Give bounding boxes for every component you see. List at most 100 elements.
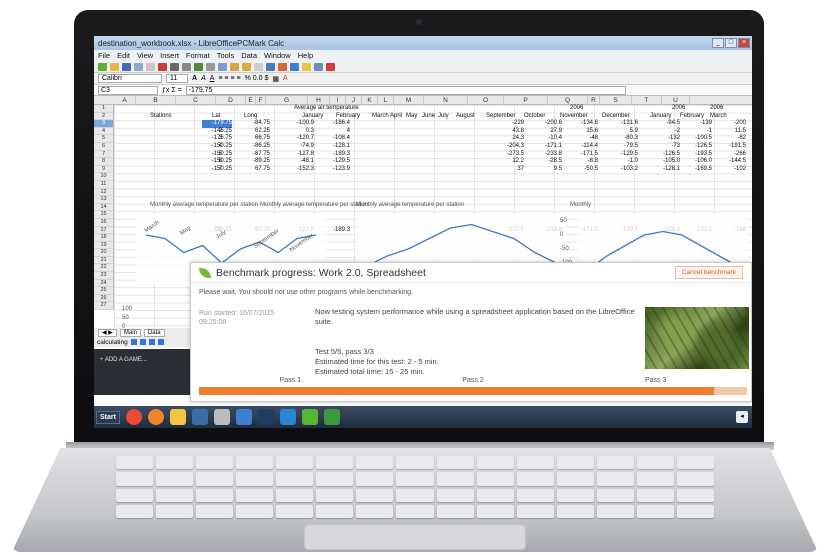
month-header-april[interactable]: April bbox=[390, 113, 402, 121]
print-icon[interactable] bbox=[170, 62, 179, 71]
cancel-benchmark-button[interactable]: Cancel benchmark bbox=[674, 266, 743, 279]
function-wizard-icon[interactable]: ƒx Σ = bbox=[162, 87, 182, 94]
november-cell[interactable]: -50.5 bbox=[568, 166, 598, 174]
row-header-11[interactable]: 11 bbox=[94, 181, 113, 189]
lat-cell[interactable]: -179.75 bbox=[202, 120, 232, 128]
row-header-5[interactable]: 5 bbox=[94, 135, 113, 143]
long-cell[interactable]: 66.75 bbox=[240, 135, 270, 143]
italic-icon[interactable]: A bbox=[201, 75, 206, 82]
row-header-9[interactable]: 9 bbox=[94, 166, 113, 174]
row-header-16[interactable]: 16 bbox=[94, 219, 113, 227]
september-cell[interactable]: 24.3 bbox=[494, 135, 524, 143]
february-cell[interactable]: 4 bbox=[320, 128, 350, 136]
long-cell[interactable]: -84.75 bbox=[240, 120, 270, 128]
month-header-december[interactable]: December bbox=[602, 113, 630, 121]
month-header-august[interactable]: August bbox=[456, 113, 475, 121]
september-cell[interactable]: 43.8 bbox=[494, 128, 524, 136]
september-cell[interactable]: -229 bbox=[494, 120, 524, 128]
chart-icon[interactable] bbox=[278, 62, 287, 71]
calc-icon[interactable] bbox=[323, 409, 340, 425]
long-cell[interactable]: -87.75 bbox=[240, 151, 270, 159]
menu-help[interactable]: Help bbox=[298, 51, 313, 60]
column-header-j[interactable]: J bbox=[346, 96, 362, 105]
november-cell[interactable]: 15.6 bbox=[568, 128, 598, 136]
january-cell[interactable]: -127.8 bbox=[284, 151, 314, 159]
preview-icon[interactable] bbox=[182, 62, 191, 71]
row-header-1[interactable]: 1 bbox=[94, 105, 113, 113]
extra-january-cell[interactable]: -105.0 bbox=[650, 158, 680, 166]
february-cell[interactable]: -123.9 bbox=[320, 166, 350, 174]
sort-icon[interactable] bbox=[266, 62, 275, 71]
extra-march-cell[interactable]: -102 bbox=[716, 166, 746, 174]
september-cell[interactable]: -204.3 bbox=[494, 143, 524, 151]
extra-march-cell[interactable]: -82 bbox=[716, 135, 746, 143]
month-header-january[interactable]: January bbox=[302, 113, 323, 121]
january-cell[interactable]: -100.9 bbox=[284, 120, 314, 128]
long-cell[interactable]: 67.75 bbox=[240, 166, 270, 174]
column-header-k[interactable]: K bbox=[362, 96, 378, 105]
row-header-22[interactable]: 22 bbox=[94, 264, 113, 273]
row-header-7[interactable]: 7 bbox=[94, 151, 113, 159]
column-header-c[interactable]: C bbox=[176, 96, 216, 105]
january-cell[interactable]: 0.3 bbox=[284, 128, 314, 136]
font-color-icon[interactable]: A bbox=[283, 75, 288, 82]
border-icon[interactable]: ▦ bbox=[272, 75, 279, 83]
december-cell[interactable]: 5.9 bbox=[608, 128, 638, 136]
month-header-september[interactable]: September bbox=[486, 113, 515, 121]
column-header-a[interactable]: A bbox=[114, 96, 136, 105]
long-cell[interactable]: -89.25 bbox=[240, 158, 270, 166]
october-cell[interactable]: 27.9 bbox=[532, 128, 562, 136]
row-header-23[interactable]: 23 bbox=[94, 272, 113, 280]
extra-february-cell[interactable]: -193.5 bbox=[682, 151, 712, 159]
row-header-8[interactable]: 8 bbox=[94, 158, 113, 166]
pcmark-icon[interactable] bbox=[301, 409, 318, 425]
utility-icon[interactable] bbox=[235, 409, 252, 425]
navigator-icon[interactable] bbox=[290, 62, 299, 71]
month-header-may[interactable]: May bbox=[406, 113, 417, 121]
february-cell[interactable]: -189.3 bbox=[320, 151, 350, 159]
december-cell[interactable]: -1.0 bbox=[608, 158, 638, 166]
extra-january-cell[interactable]: -2 bbox=[650, 128, 680, 136]
open-icon[interactable] bbox=[110, 62, 119, 71]
tray-show-hidden-icon[interactable]: ◂ bbox=[736, 411, 748, 423]
october-cell[interactable]: -233.8 bbox=[532, 151, 562, 159]
row-header-6[interactable]: 6 bbox=[94, 143, 113, 151]
extra-january-cell[interactable]: -94.5 bbox=[650, 120, 680, 128]
row-header-12[interactable]: 12 bbox=[94, 189, 113, 197]
minimize-button[interactable]: _ bbox=[712, 38, 724, 48]
november-cell[interactable]: -8.8 bbox=[568, 158, 598, 166]
close-button[interactable]: × bbox=[738, 38, 750, 48]
mail-icon[interactable] bbox=[134, 62, 143, 71]
redo-icon[interactable] bbox=[254, 62, 263, 71]
december-cell[interactable]: -80.3 bbox=[608, 135, 638, 143]
row-header-14[interactable]: 14 bbox=[94, 204, 113, 212]
extra-march-cell[interactable]: -266 bbox=[716, 151, 746, 159]
start-button[interactable]: Start bbox=[96, 410, 120, 424]
column-header-i[interactable]: I bbox=[330, 96, 346, 105]
december-cell[interactable]: -129.5 bbox=[608, 151, 638, 159]
november-cell[interactable]: -114.4 bbox=[568, 143, 598, 151]
row-header-4[interactable]: 4 bbox=[94, 128, 113, 136]
spellcheck-icon[interactable] bbox=[194, 62, 203, 71]
september-cell[interactable]: -273.5 bbox=[494, 151, 524, 159]
extra-january-cell[interactable]: -126.5 bbox=[650, 151, 680, 159]
menu-format[interactable]: Format bbox=[186, 51, 210, 60]
column-header-d[interactable]: D bbox=[216, 96, 246, 105]
row-header-19[interactable]: 19 bbox=[94, 242, 113, 250]
row-header-21[interactable]: 21 bbox=[94, 257, 113, 265]
lat-cell[interactable]: -146.25 bbox=[202, 128, 232, 136]
extra-january-cell[interactable]: -128.1 bbox=[650, 166, 680, 174]
january-cell[interactable]: -48.1 bbox=[284, 158, 314, 166]
add-game-link[interactable]: + ADD A GAME... bbox=[100, 357, 147, 363]
row-header-18[interactable]: 18 bbox=[94, 234, 113, 242]
font-size-box[interactable]: 11 bbox=[166, 74, 188, 83]
row-header-3[interactable]: 3 bbox=[94, 120, 113, 128]
november-cell[interactable]: -134.6 bbox=[568, 120, 598, 128]
underline-icon[interactable]: A bbox=[210, 75, 215, 82]
bold-icon[interactable]: A bbox=[192, 75, 197, 82]
january-cell[interactable]: -74.9 bbox=[284, 143, 314, 151]
extra-february-cell[interactable]: -106.0 bbox=[682, 158, 712, 166]
year-cell-2[interactable]: 2006 bbox=[672, 105, 685, 113]
column-header-t[interactable]: T bbox=[632, 96, 662, 105]
extra-february-cell[interactable]: -139 bbox=[682, 120, 712, 128]
